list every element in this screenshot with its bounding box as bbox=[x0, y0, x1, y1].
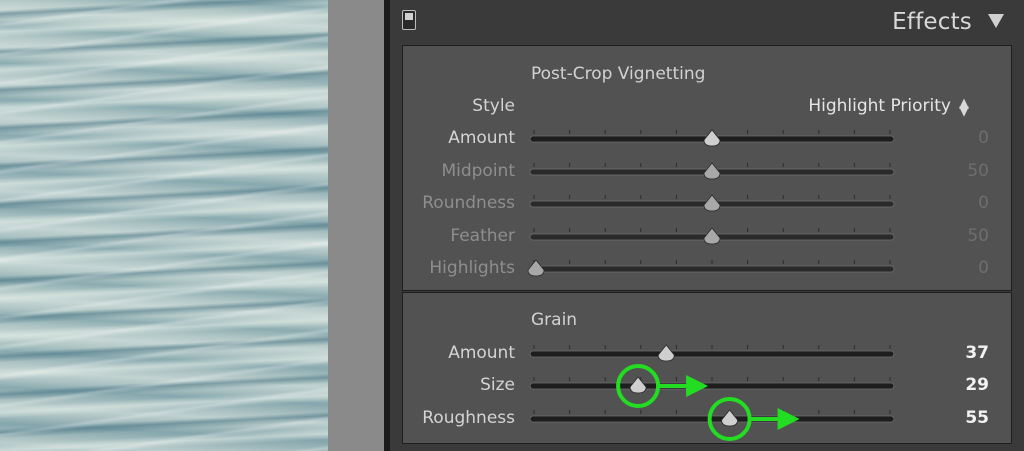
vignette-midpoint-slider-thumb[interactable] bbox=[703, 162, 721, 180]
vignette-highlights-slider-thumb[interactable] bbox=[527, 259, 545, 277]
effects-panel: Effects Post-Crop Vignetting Style Highl… bbox=[390, 0, 1024, 451]
slider-layer bbox=[527, 129, 895, 441]
grain-size-slider-track[interactable] bbox=[529, 382, 895, 390]
vignette-amount-slider-thumb[interactable] bbox=[703, 129, 721, 147]
grain-size-slider-thumb[interactable] bbox=[629, 376, 647, 394]
arrow-right-icon bbox=[777, 408, 800, 430]
vignette-roundness-slider-thumb[interactable] bbox=[703, 194, 721, 212]
filmstrip-gutter bbox=[328, 0, 384, 451]
grain-amount-slider-thumb[interactable] bbox=[657, 344, 675, 362]
photo-preview bbox=[0, 0, 328, 451]
grain-roughness-slider-thumb[interactable] bbox=[721, 409, 739, 427]
arrow-right-icon bbox=[686, 375, 709, 397]
vignette-feather-slider-thumb[interactable] bbox=[703, 227, 721, 245]
grain-amount-slider-track[interactable] bbox=[529, 350, 895, 358]
vignette-highlights-slider-track[interactable] bbox=[529, 265, 895, 273]
grain-roughness-slider-track[interactable] bbox=[529, 415, 895, 423]
